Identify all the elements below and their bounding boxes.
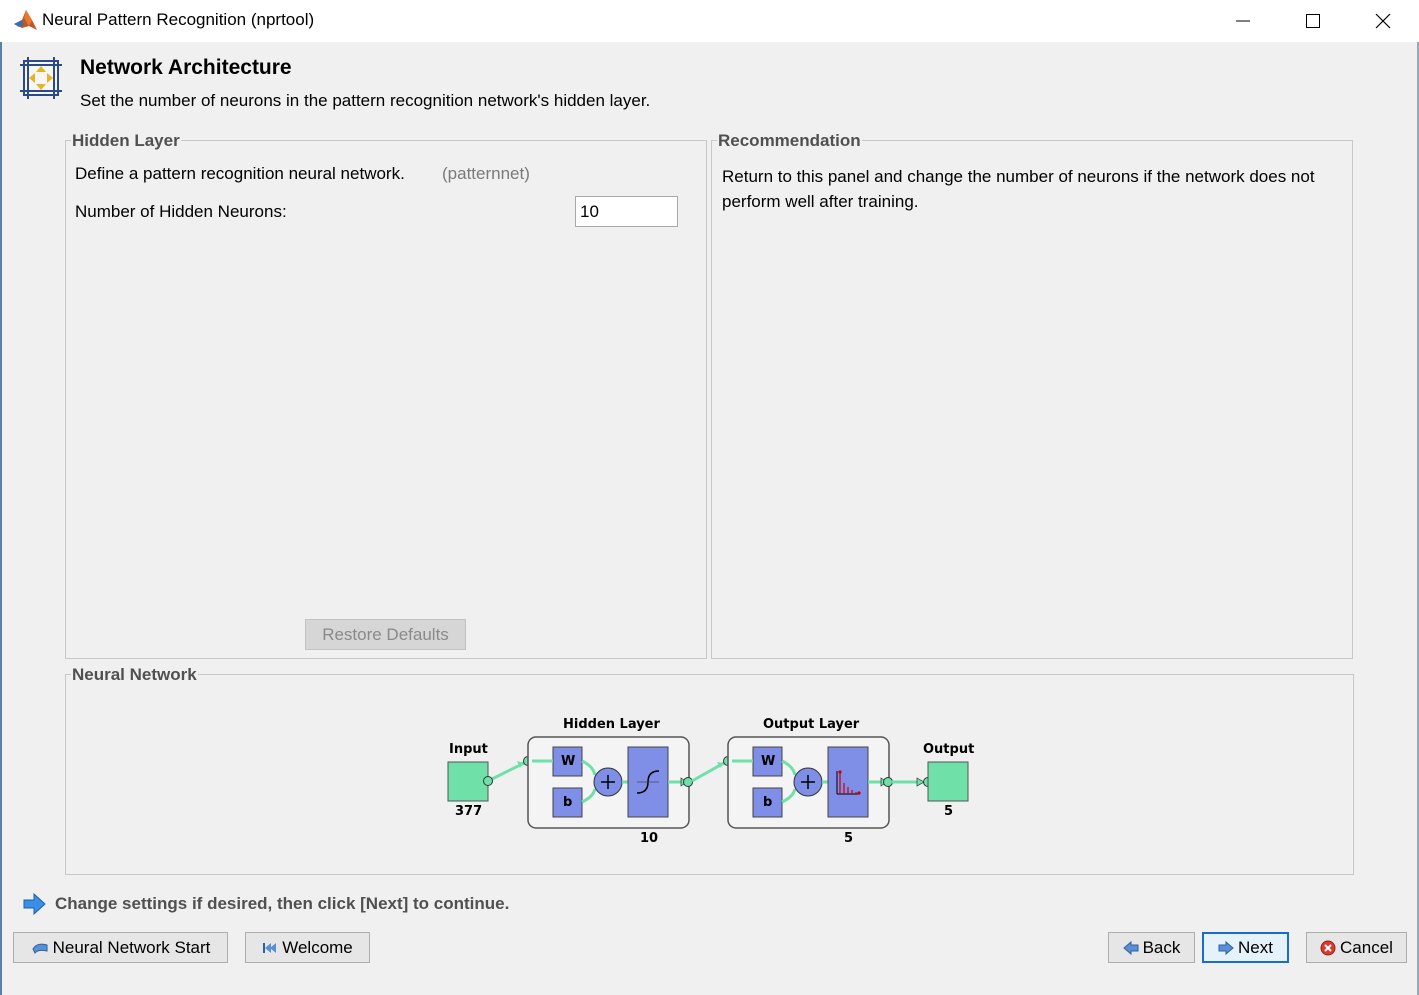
output-weight-label: W — [761, 754, 776, 769]
back-arrow-icon — [32, 943, 48, 954]
architecture-icon — [20, 57, 62, 99]
recommendation-text: Return to this panel and change the numb… — [722, 167, 1315, 211]
network-diagram-svg — [447, 736, 969, 829]
recommendation-panel: Recommendation Return to this panel and … — [711, 131, 1353, 659]
cancel-label: Cancel — [1340, 937, 1393, 957]
back-button[interactable]: Back — [1108, 932, 1195, 963]
close-icon — [1375, 13, 1391, 29]
minimize-button[interactable] — [1208, 0, 1278, 42]
recommendation-legend: Recommendation — [717, 131, 862, 151]
output-transfer-block — [827, 746, 869, 818]
hidden-neurons-label: Number of Hidden Neurons: — [75, 202, 287, 221]
window-frame-left — [0, 42, 2, 995]
maximize-button[interactable] — [1278, 0, 1348, 42]
arrow-right-small-icon — [1218, 940, 1234, 955]
window-title: Neural Pattern Recognition (nprtool) — [42, 10, 315, 29]
hidden-size-label: 10 — [640, 831, 659, 846]
restore-defaults-button[interactable]: Restore Defaults — [305, 619, 466, 650]
footer-instruction: Change settings if desired, then click [… — [55, 894, 510, 913]
input-node — [447, 761, 489, 802]
output-diagram-label: Output — [923, 742, 975, 757]
matlab-icon — [14, 10, 37, 30]
hidden-layer-panel: Hidden Layer Define a pattern recognitio… — [65, 131, 707, 659]
neural-network-legend: Neural Network — [71, 665, 198, 685]
cancel-button[interactable]: Cancel — [1306, 932, 1407, 963]
arrow-left-icon — [1122, 940, 1139, 955]
output-node — [927, 761, 969, 802]
neural-network-start-button[interactable]: Neural Network Start — [13, 932, 228, 963]
title-bar: Neural Pattern Recognition (nprtool) — [0, 0, 1419, 42]
define-network-text: Define a pattern recognition neural netw… — [75, 164, 405, 183]
neural-network-start-label: Neural Network Start — [52, 937, 211, 957]
next-button[interactable]: Next — [1202, 932, 1289, 963]
input-diagram-label: Input — [449, 742, 488, 757]
input-size-label: 377 — [455, 804, 483, 819]
function-name-label: (patternnet) — [442, 164, 530, 183]
hidden-layer-legend: Hidden Layer — [71, 131, 181, 151]
neural-network-panel: Neural Network Hidden Layer Output Layer… — [65, 665, 1354, 875]
welcome-button[interactable]: Welcome — [245, 932, 370, 963]
welcome-label: Welcome — [282, 937, 353, 957]
minimize-icon — [1236, 20, 1250, 22]
output-layer-diagram-label: Output Layer — [763, 717, 860, 732]
hidden-bias-label: b — [563, 795, 573, 810]
hidden-layer-diagram-label: Hidden Layer — [563, 717, 660, 732]
page-subtitle: Set the number of neurons in the pattern… — [80, 91, 651, 110]
rewind-icon — [263, 942, 277, 953]
output-layer-size-label: 5 — [844, 831, 854, 846]
arrow-right-icon — [23, 893, 46, 915]
hidden-weight-label: W — [561, 754, 576, 769]
output-bias-label: b — [763, 795, 773, 810]
next-label: Next — [1238, 937, 1273, 957]
hidden-neurons-input[interactable] — [575, 196, 678, 227]
maximize-icon — [1306, 14, 1320, 28]
close-button[interactable] — [1348, 0, 1418, 42]
cancel-icon — [1320, 940, 1336, 955]
page-title: Network Architecture — [80, 56, 292, 79]
network-diagram: Hidden Layer Output Layer Input Output 3… — [441, 711, 981, 861]
output-size-label: 5 — [944, 804, 954, 819]
back-label: Back — [1142, 937, 1181, 957]
